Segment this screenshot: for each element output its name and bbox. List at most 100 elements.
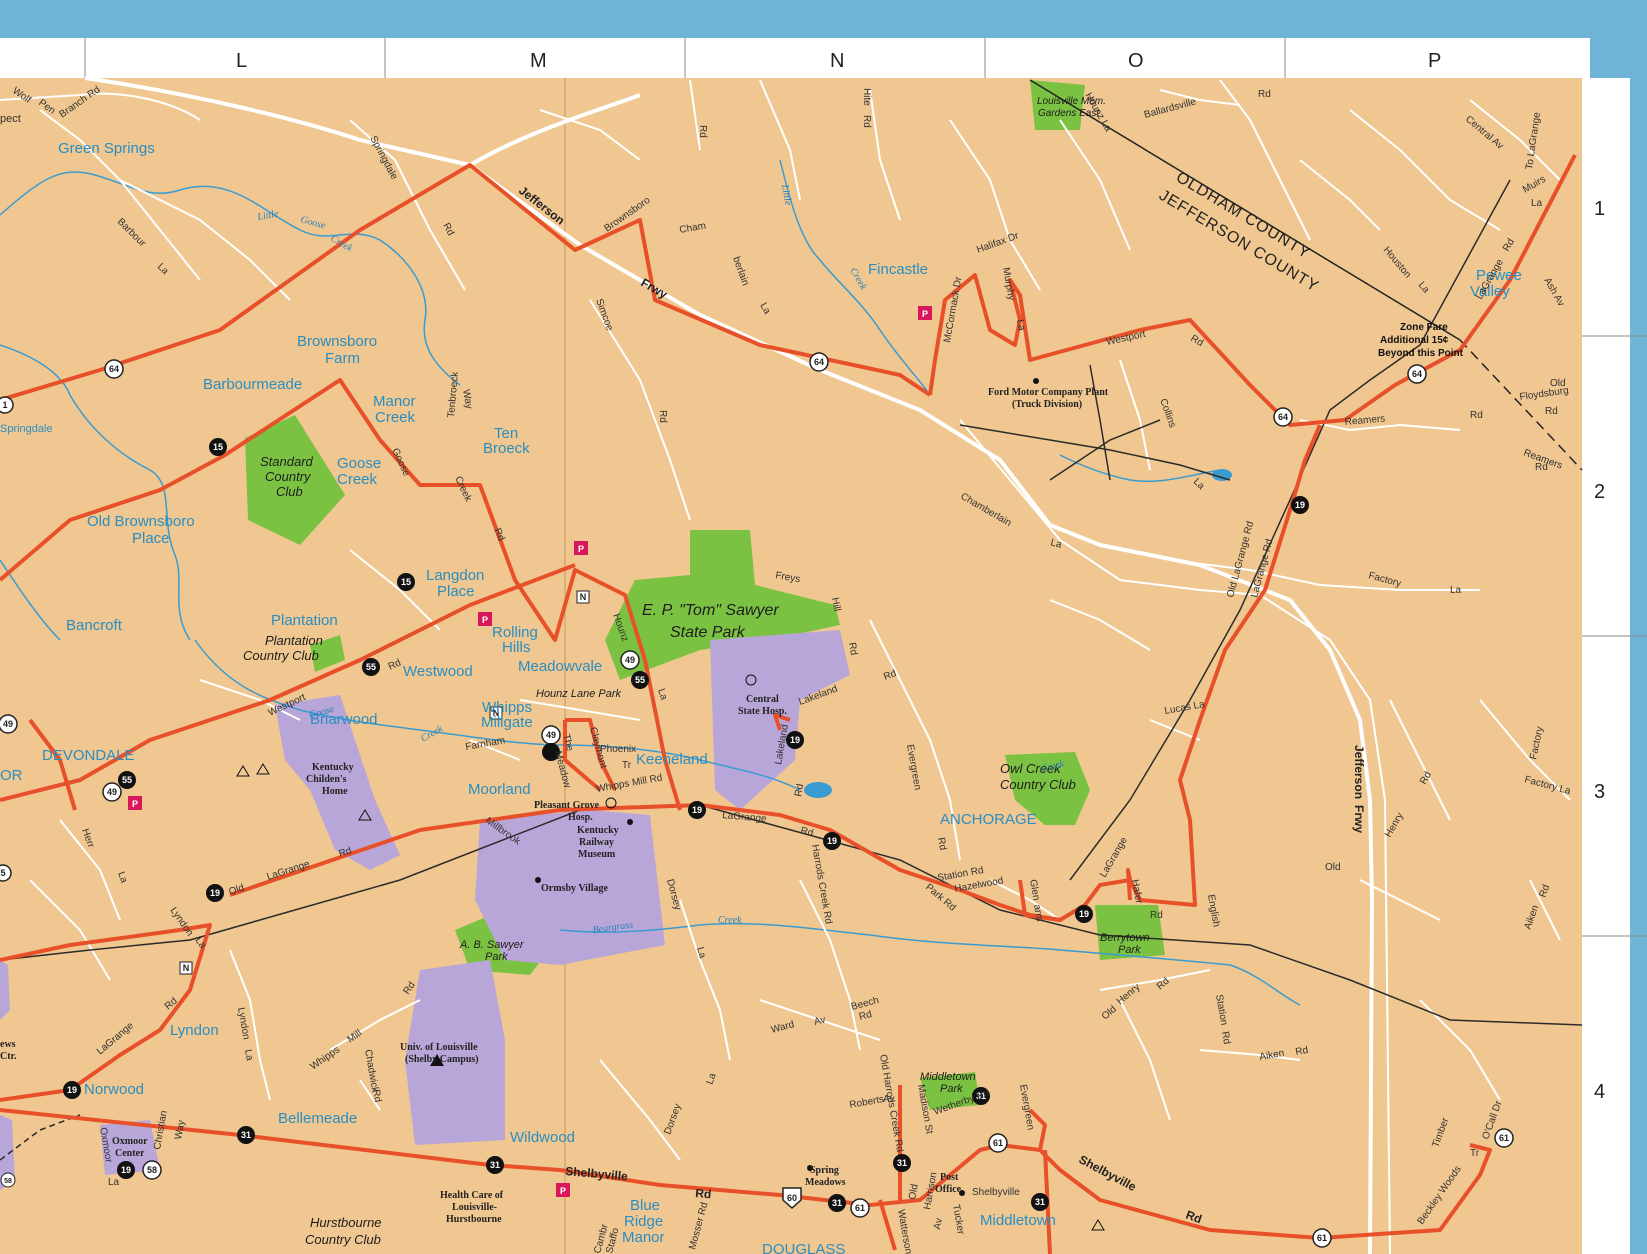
route-shield-19-d-num: 19 — [1079, 909, 1089, 919]
route-shield-31-c-num: 31 — [832, 1198, 842, 1208]
poi-health-care: Health Care of — [440, 1190, 504, 1201]
place-plantation: Plantation — [271, 612, 338, 629]
place-blue-ridge-manor: Manor — [622, 1229, 665, 1246]
road-freys-hill: Rd — [846, 642, 859, 657]
route-shield-31-d-num: 31 — [897, 1158, 907, 1168]
poi-ford-plant: Ford Motor Company Plant — [988, 387, 1109, 398]
ford-plant-dot-icon — [1033, 378, 1039, 384]
park-plantation-cc: Country Club — [243, 648, 319, 663]
road-timber: Tr — [1470, 1148, 1480, 1159]
place-moorland: Moorland — [468, 781, 531, 798]
place-langdon-place: Langdon — [426, 567, 484, 584]
route-shield-61-a-num: 61 — [855, 1203, 865, 1213]
road-aiken: Rd — [1295, 1045, 1310, 1058]
parking-icon-text: P — [922, 309, 928, 319]
poi-ormsby-village: Ormsby Village — [541, 883, 609, 894]
route-shield-55-c-num: 55 — [122, 775, 132, 785]
route-shield-49-c-num: 49 — [107, 787, 117, 797]
park-standard-cc: Country — [265, 469, 312, 484]
place-green-springs: Green Springs — [58, 140, 155, 157]
park-owl-creek: Country Club — [1000, 777, 1076, 792]
route-shield-55-a-num: 55 — [366, 662, 376, 672]
park-plantation-cc: Plantation — [265, 633, 323, 648]
place-norwood: Norwood — [84, 1081, 144, 1098]
grid-col-L: L — [236, 50, 247, 72]
n-badge-icon-text: N — [183, 963, 190, 973]
place-goose-creek: Goose — [337, 455, 381, 472]
park-sawyer-state: E. P. "Tom" Sawyer — [642, 602, 779, 619]
lake — [804, 782, 832, 798]
poi-kentucky-railway-museum: Kentucky — [577, 825, 619, 836]
road-old-harrison: Av — [932, 1217, 945, 1230]
route-shield-64-b-num: 64 — [814, 357, 824, 367]
poi-health-care: Louisville- — [452, 1202, 497, 1213]
park-sawyer-state: State Park — [670, 624, 746, 641]
grid-col-M: M — [530, 50, 547, 72]
place-goose-creek: Creek — [337, 471, 378, 488]
road-reamers: Rd — [1535, 462, 1548, 473]
grid-row-1: 1 — [1594, 198, 1605, 220]
poi-kentucky-railway-museum: Railway — [579, 837, 614, 848]
park-hounz-lane: Hounz Lane Park — [536, 688, 621, 700]
place-manor-creek: Manor — [373, 393, 416, 410]
grid-row-4: 4 — [1594, 1081, 1605, 1103]
place-rolling-hills: Hills — [502, 639, 530, 656]
place-keeneland: Keeneland — [636, 751, 708, 768]
map-sheet[interactable]: L M N O P 1 2 3 4 64 64 64 64 15 15 55 5… — [0, 0, 1647, 1254]
poi-spring-meadows: Spring — [810, 1165, 839, 1176]
road-factory: La — [1450, 585, 1462, 596]
poi-kentucky-railway-museum: Museum — [578, 849, 616, 860]
parking-icon-text: P — [482, 615, 488, 625]
route-shield-55-b-num: 55 — [635, 675, 645, 685]
road-chadwick: Rd — [370, 1089, 383, 1104]
place-fincastle: Fincastle — [868, 261, 928, 278]
road-evergreen: Rd — [935, 837, 948, 852]
route-shield-19-b-num: 19 — [692, 805, 702, 815]
place-barbourmeade: Barbourmeade — [203, 376, 302, 393]
place-springdale: Springdale — [0, 423, 53, 435]
road-shelbyville-small: Shelbyville — [972, 1187, 1020, 1198]
zone-fare-note: Beyond this Point — [1378, 348, 1464, 359]
road-rd-top: Rd — [697, 125, 708, 138]
park-hurstbourne-cc: Country Club — [305, 1232, 381, 1247]
parking-icon-text: P — [132, 799, 138, 809]
road-ballardsville: Rd — [1258, 89, 1271, 100]
route-shield-19-h-num: 19 — [121, 1165, 131, 1175]
road-hafer: Rd — [1150, 910, 1163, 921]
route-shield-49-d-num: 49 — [3, 719, 13, 729]
route-shield-58-b-num: 58 — [4, 1178, 12, 1185]
poi-kentucky-childrens-home: Home — [322, 786, 348, 797]
park-middletown: Park — [940, 1083, 963, 1095]
park-standard-cc: Club — [276, 484, 303, 499]
route-shield-49-a-num: 49 — [625, 655, 635, 665]
place-brownsboro-farm: Farm — [325, 350, 360, 367]
park-berrytown: Berrytown — [1100, 932, 1150, 944]
place-anchorage: ANCHORAGE — [940, 811, 1037, 828]
route-shield-64-d-num: 64 — [1412, 369, 1422, 379]
route-shield-58-num: 58 — [147, 1165, 157, 1175]
route-shield-19-g-num: 19 — [67, 1085, 77, 1095]
grid-col-O: O — [1128, 50, 1144, 72]
poi-central-state-hosp: Central — [746, 694, 779, 705]
route-shield-edge-5-num: 5 — [0, 868, 5, 878]
place-middletown: Middletown — [980, 1212, 1056, 1229]
poi-post-office: Post — [940, 1172, 959, 1183]
road-jefferson-frwy-vertical: Frwy — [1352, 805, 1366, 833]
route-shield-61-b-num: 61 — [993, 1138, 1003, 1148]
place-bancroft: Bancroft — [66, 617, 123, 634]
road-roberts: Av — [883, 1094, 895, 1105]
place-blue-ridge-manor: Blue — [630, 1197, 660, 1214]
poi-univ-louisville: (Shelby Campus) — [405, 1054, 479, 1065]
route-shield-64-a-num: 64 — [109, 364, 119, 374]
route-shield-31-a-num: 31 — [241, 1130, 251, 1140]
map-canvas[interactable]: L M N O P 1 2 3 4 64 64 64 64 15 15 55 5… — [0, 0, 1647, 1254]
route-shield-19-c-num: 19 — [827, 836, 837, 846]
poi-kentucky-childrens-home: Kentucky — [312, 762, 354, 773]
route-shield-19-a-num: 19 — [790, 735, 800, 745]
grid-col-P: P — [1428, 50, 1441, 72]
road-reamers: Rd — [1470, 410, 1483, 421]
route-shield-19-e-num: 19 — [1295, 500, 1305, 510]
place-westwood: Westwood — [403, 663, 473, 680]
place-lyndon: Lyndon — [170, 1022, 219, 1039]
poi-univ-louisville: Univ. of Louisville — [400, 1042, 478, 1053]
